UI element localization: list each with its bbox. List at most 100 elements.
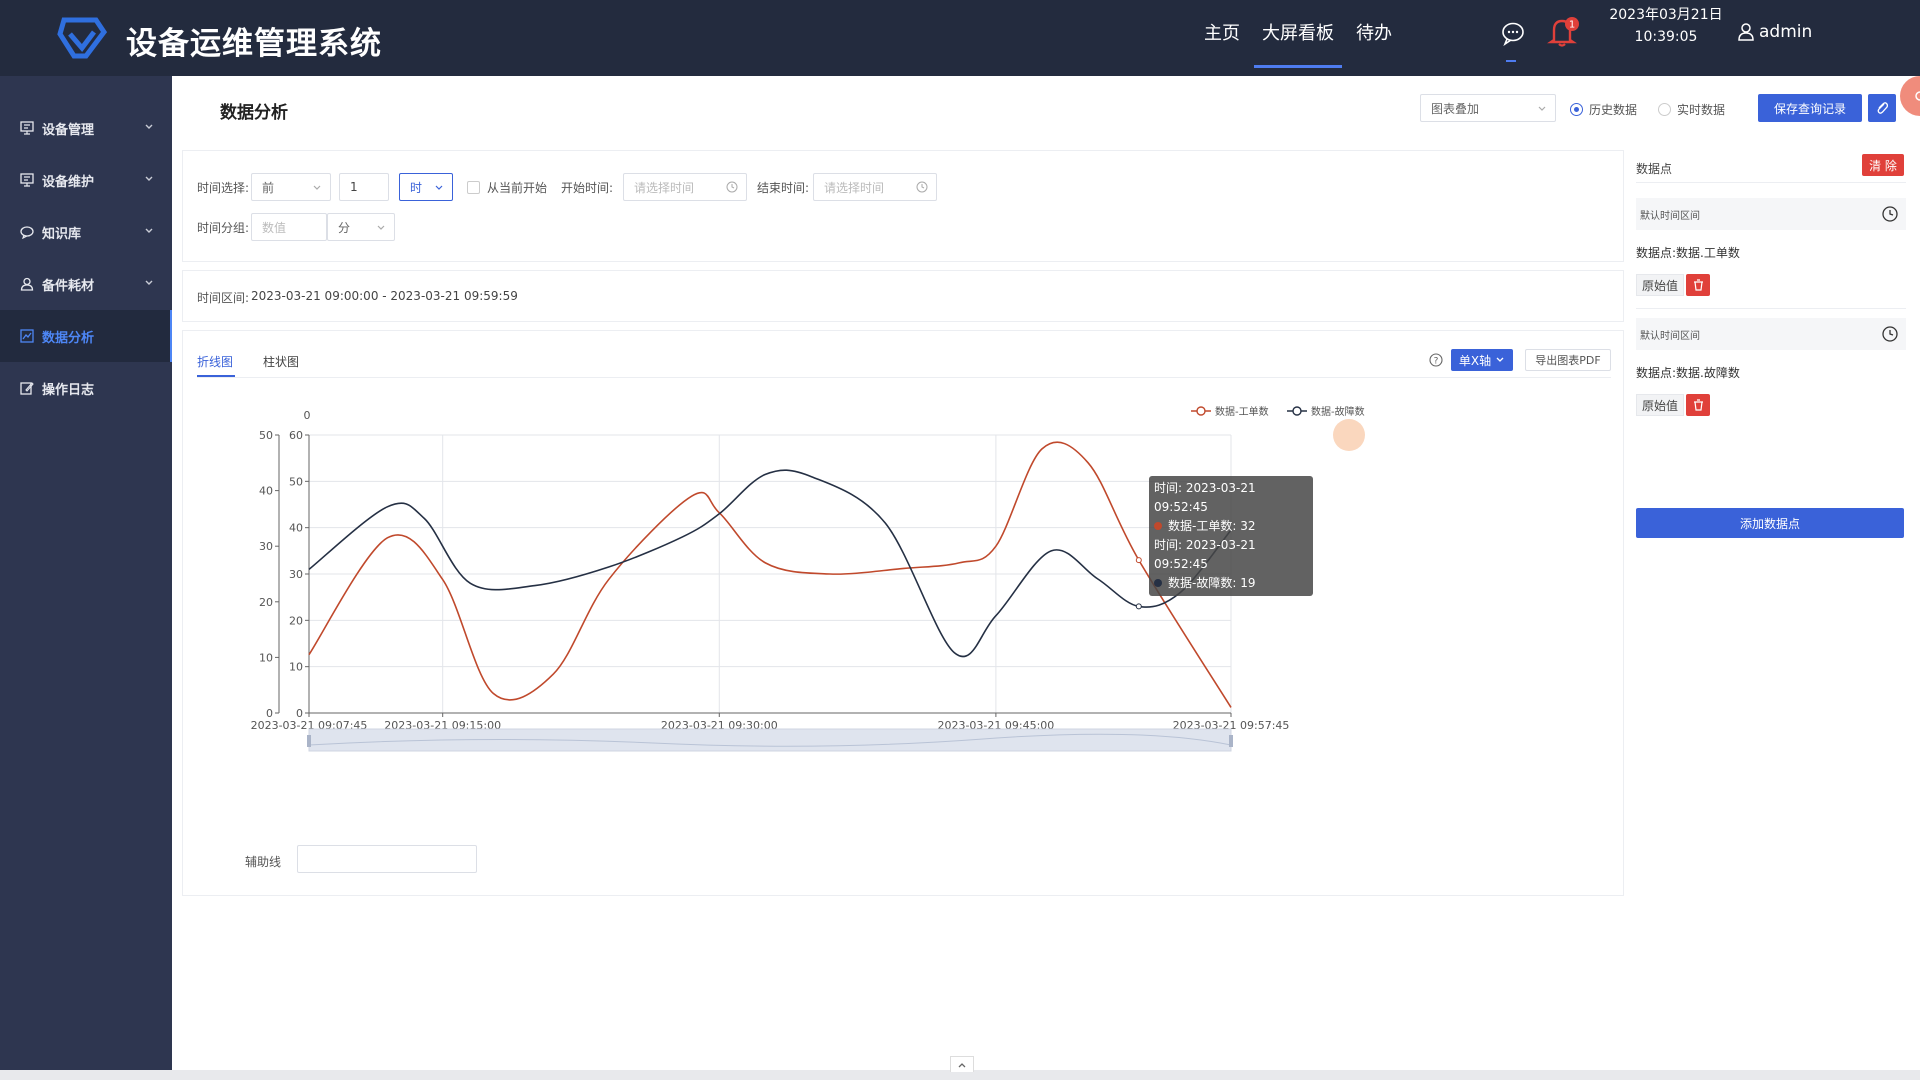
aux-line-label: 辅助线	[245, 855, 282, 869]
group-label: 时间分组:	[197, 221, 250, 235]
attach-button[interactable]	[1868, 94, 1896, 122]
chart-tooltip: 时间: 2023-03-21 09:52:45 数据-工单数: 32 时间: 2…	[1149, 476, 1313, 596]
app-title: 设备运维管理系统	[126, 26, 382, 62]
current-time: 10:39:05	[1634, 29, 1698, 45]
tooltip-line: 数据-故障数: 19	[1154, 574, 1308, 593]
nav-todo[interactable]: 待办	[1356, 0, 1392, 76]
sidebar-item-label: 设备管理	[42, 122, 95, 138]
line-chart[interactable]: 01020304050010203040506002023-03-21 09:0…	[183, 331, 1623, 831]
chat-icon	[20, 226, 34, 239]
right-axis-tick-label: 50	[289, 475, 303, 488]
sidebar-item-label: 备件耗材	[42, 278, 95, 294]
user-icon	[1738, 23, 1754, 41]
sidebar-item-device-management[interactable]: 设备管理	[0, 102, 172, 154]
user-menu[interactable]: admin	[1738, 22, 1812, 42]
aux-line-input[interactable]	[297, 845, 477, 873]
datapoint-range-label: 默认时间区间	[1640, 330, 1700, 342]
radio-realtime-data[interactable]: 实时数据	[1658, 101, 1725, 118]
radio-dot	[1570, 103, 1583, 116]
add-datapoint-button[interactable]: 添加数据点	[1636, 508, 1904, 538]
sidebar-item-label: 设备维护	[42, 174, 95, 190]
sidebar-item-spare-parts[interactable]: 备件耗材	[0, 258, 172, 310]
tooltip-dot	[1154, 522, 1162, 530]
monitor-icon	[20, 121, 34, 135]
delete-datapoint-button[interactable]	[1686, 394, 1710, 416]
amount-input[interactable]: 1	[339, 173, 389, 201]
hover-point	[1135, 603, 1142, 610]
tooltip-line: 时间: 2023-03-21 09:52:45	[1154, 481, 1256, 514]
chevron-down-icon	[145, 280, 153, 285]
collapse-button[interactable]	[950, 1056, 974, 1072]
right-axis-top-label: 0	[304, 409, 311, 422]
clock-icon[interactable]	[1882, 206, 1898, 222]
top-nav: 主页 大屏看板 待办	[1204, 0, 1414, 76]
datetime: 2023年03月21日 10:39:05	[1606, 4, 1726, 48]
sidebar-item-data-analysis[interactable]: 数据分析	[0, 310, 172, 362]
chart-overlay-select-value: 图表叠加	[1431, 101, 1480, 116]
sidebar-item-label: 数据分析	[42, 330, 95, 346]
clock-icon	[726, 181, 738, 193]
right-axis-tick-label: 60	[289, 429, 303, 442]
delete-datapoint-button[interactable]	[1686, 274, 1710, 296]
right-axis-tick-label: 30	[289, 568, 303, 581]
direction-select[interactable]: 前	[251, 173, 331, 201]
bell-icon[interactable]: 1	[1546, 16, 1582, 48]
main-content: 数据分析 图表叠加 历史数据 实时数据 保存查询记录 时间选择: 前 1 时 从…	[172, 76, 1920, 1070]
trash-icon	[1693, 279, 1703, 291]
from-now-checkbox[interactable]	[467, 181, 480, 194]
zoom-slider-handle-right	[1229, 735, 1233, 747]
legend-marker	[1196, 406, 1206, 416]
settings-handle[interactable]	[1900, 76, 1920, 116]
filter-panel: 时间选择: 前 1 时 从当前开始 开始时间: 请选择时间 结束时间: 请选择时…	[182, 150, 1624, 262]
chart-icon	[20, 329, 34, 343]
radio-history-data[interactable]: 历史数据	[1570, 101, 1637, 118]
legend-marker	[1292, 406, 1302, 416]
divider	[1636, 308, 1906, 309]
start-time-label: 开始时间:	[561, 181, 614, 195]
unit-select[interactable]: 时	[399, 173, 453, 201]
nav-home[interactable]: 主页	[1204, 0, 1240, 76]
raw-value-tag: 原始值	[1636, 274, 1685, 296]
time-select-label: 时间选择:	[197, 181, 250, 195]
user-icon	[20, 277, 34, 291]
sidebar-item-device-maintenance[interactable]: 设备维护	[0, 154, 172, 206]
interval-panel: 时间区间: 2023-03-21 09:00:00 - 2023-03-21 0…	[182, 270, 1624, 322]
nav-dashboard[interactable]: 大屏看板	[1254, 0, 1342, 76]
chevron-down-icon	[313, 185, 321, 190]
end-time-input[interactable]: 请选择时间	[813, 173, 937, 201]
gear-icon	[1915, 91, 1920, 101]
datapoint-range-label: 默认时间区间	[1640, 210, 1700, 222]
left-axis-tick-label: 20	[259, 596, 273, 609]
datapoints-panel: 数据点 清 除 默认时间区间 数据点:数据.工单数 原始值 默认时间区间 数据点…	[1632, 150, 1918, 896]
sidebar-item-knowledge-base[interactable]: 知识库	[0, 206, 172, 258]
radio-realtime-label: 实时数据	[1677, 103, 1726, 117]
clear-button[interactable]: 清 除	[1862, 154, 1904, 176]
start-time-input[interactable]: 请选择时间	[623, 173, 747, 201]
left-axis-tick-label: 30	[259, 540, 273, 553]
logo-icon	[57, 17, 108, 59]
datapoint-range[interactable]: 默认时间区间	[1636, 198, 1906, 230]
message-icon[interactable]	[1500, 20, 1526, 46]
chart-panel: 折线图 柱状图 ? 单X轴 导出图表PDF 0 10 20 30 40 50 0 10 20 30…	[182, 330, 1624, 896]
paperclip-icon	[1877, 102, 1888, 114]
datapoint-range[interactable]: 默认时间区间	[1636, 318, 1906, 350]
chevron-up-icon	[958, 1062, 966, 1067]
group-value-input[interactable]: 数值	[251, 213, 327, 241]
save-query-button[interactable]: 保存查询记录	[1758, 94, 1862, 122]
datapoints-title: 数据点	[1636, 162, 1673, 176]
clock-icon[interactable]	[1882, 326, 1898, 342]
interval-value: 2023-03-21 09:00:00 - 2023-03-21 09:59:5…	[251, 289, 518, 303]
sidebar-item-operation-log[interactable]: 操作日志	[0, 362, 172, 414]
direction-select-value: 前	[262, 180, 275, 195]
group-unit-select[interactable]: 分	[327, 213, 395, 241]
trash-icon	[1693, 399, 1703, 411]
chart-overlay-select[interactable]: 图表叠加	[1420, 94, 1556, 122]
edit-icon	[20, 382, 34, 395]
end-time-placeholder: 请选择时间	[824, 180, 885, 195]
right-axis-tick-label: 20	[289, 614, 303, 627]
hover-point	[1135, 557, 1142, 564]
top-header: 设备运维管理系统 主页 大屏看板 待办 1 2023年03月21日 10:39:…	[0, 0, 1920, 76]
clock-icon	[916, 181, 928, 193]
chevron-down-icon	[145, 124, 153, 129]
end-time-label: 结束时间:	[757, 181, 810, 195]
